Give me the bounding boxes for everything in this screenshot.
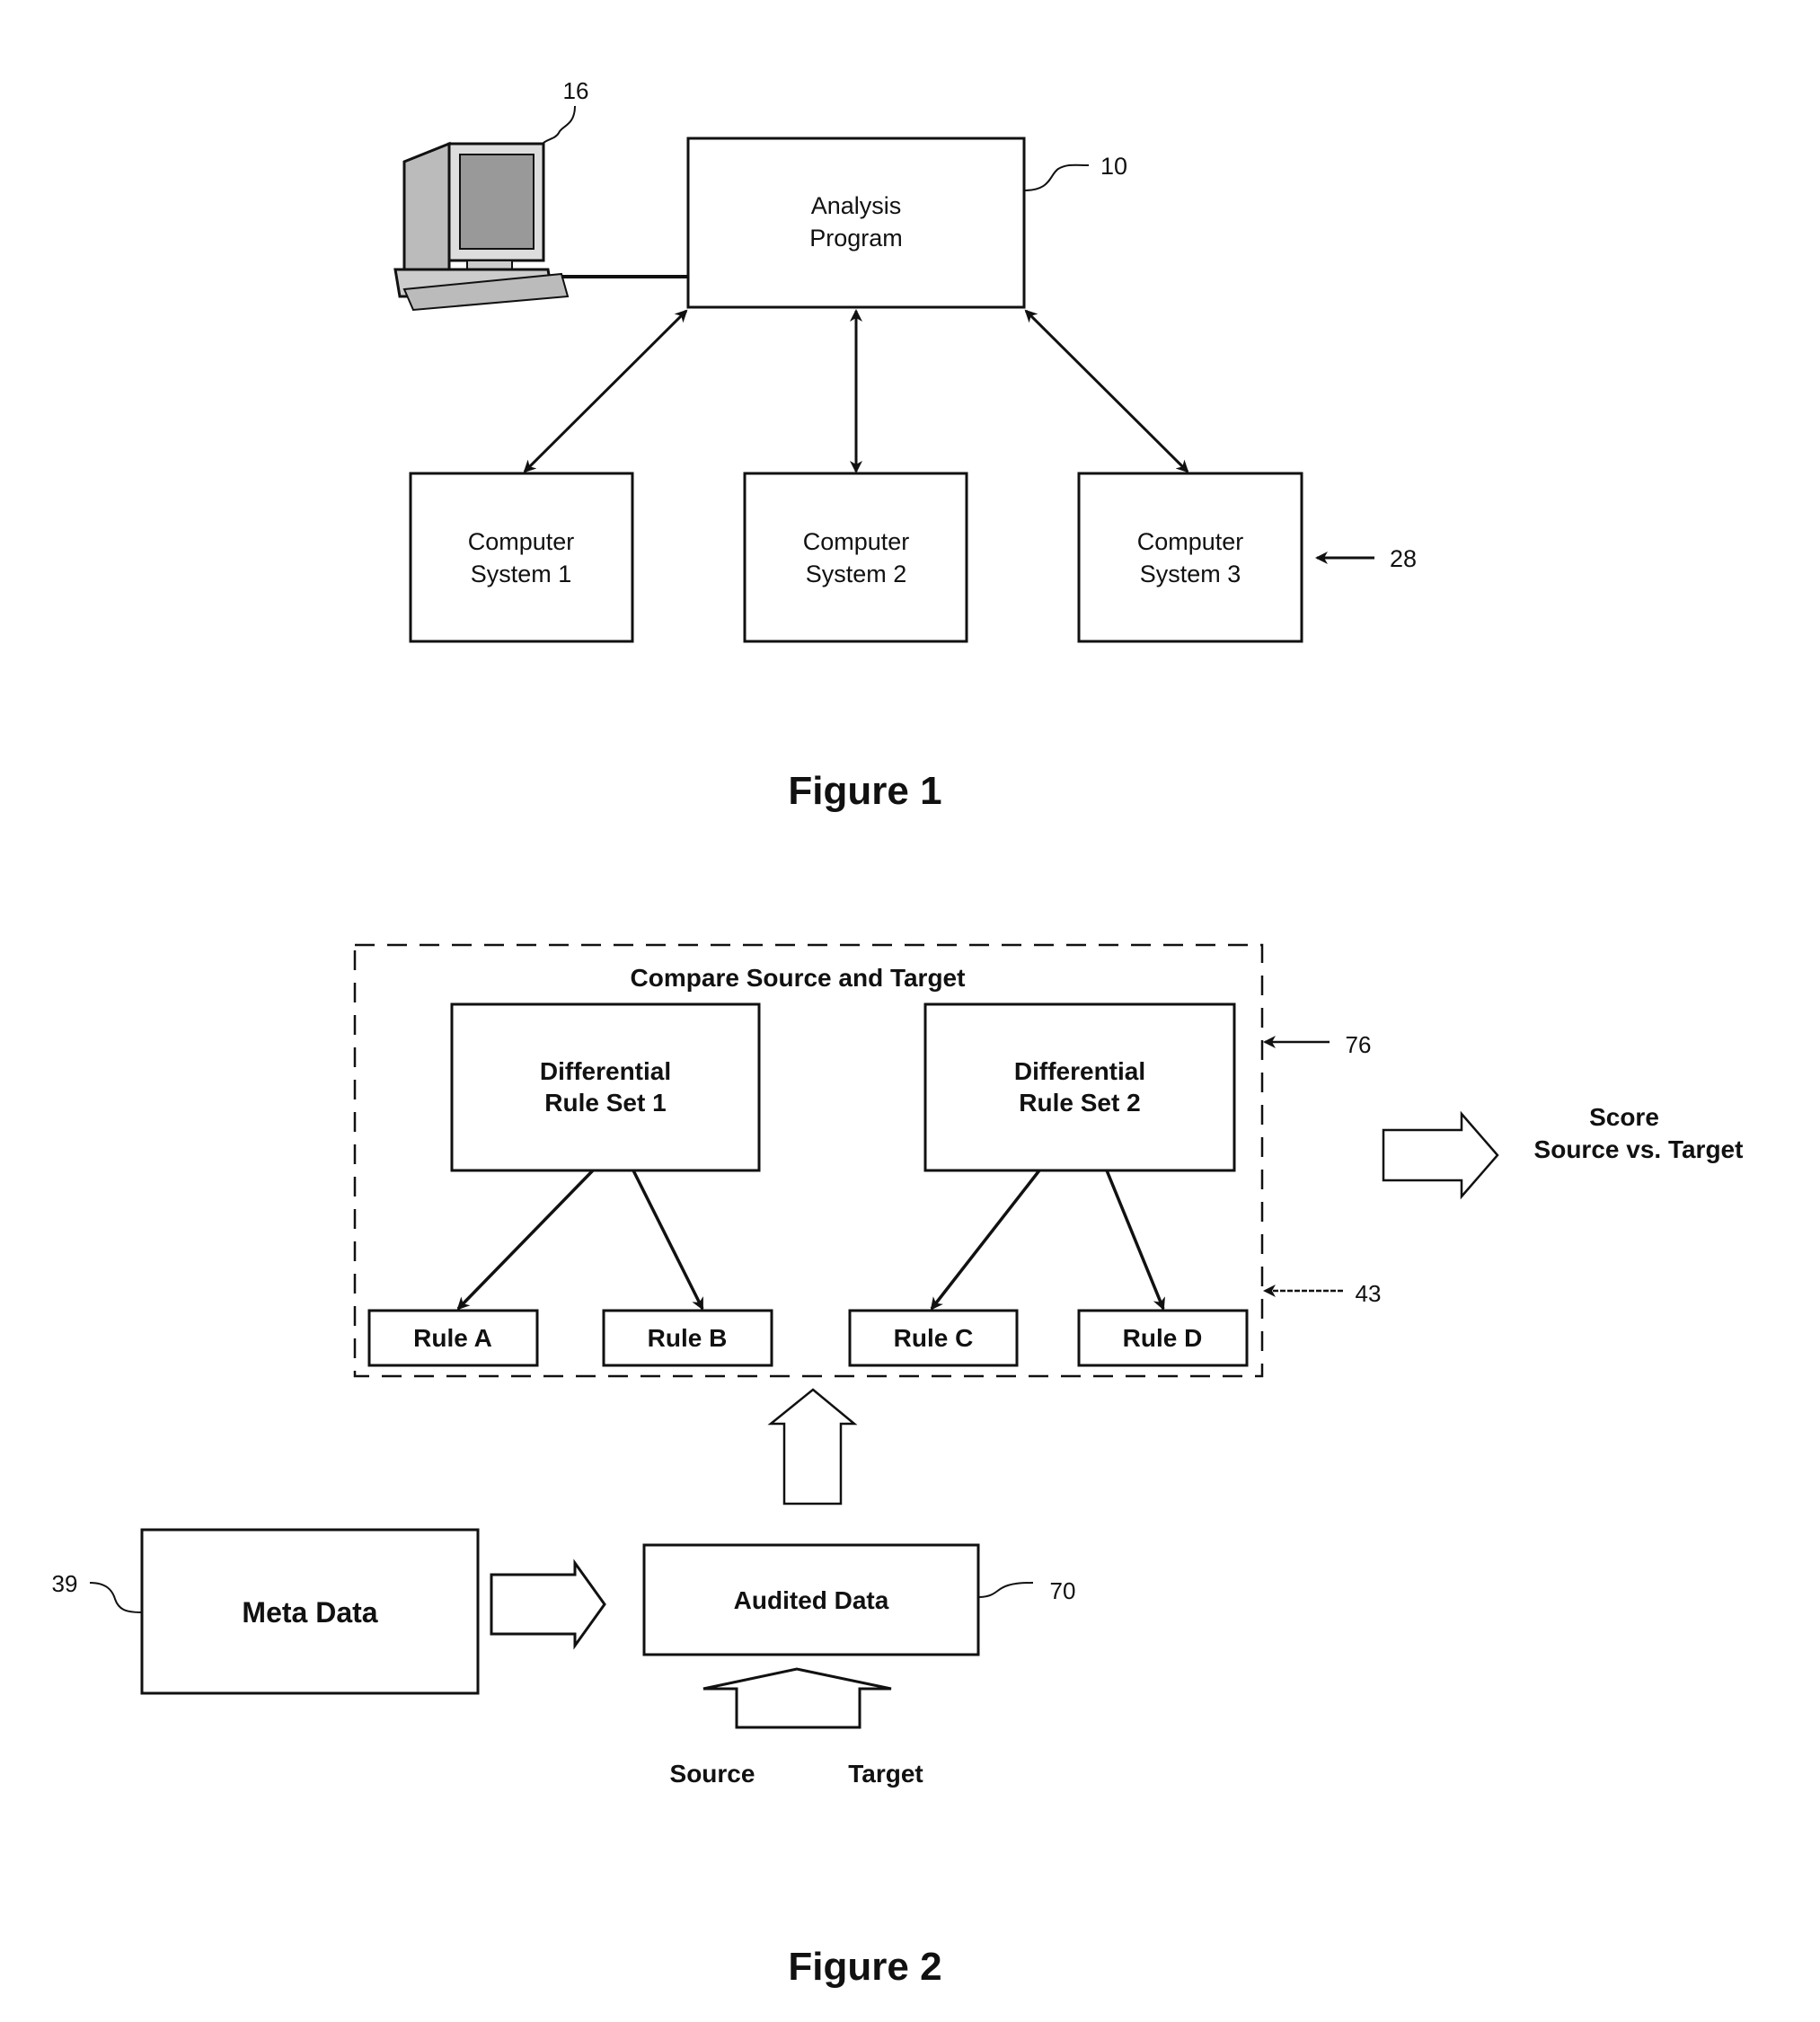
computer-terminal-icon [393,141,570,312]
ref-10-leader [1023,163,1090,191]
score-line1: Score [1589,1103,1659,1131]
computer-system-2-box: Computer System 2 [743,472,968,643]
system-1-line2: System 1 [471,561,572,587]
figure-2-caption: Figure 2 [788,1945,941,1989]
ref-39-leader [89,1582,143,1613]
link-arrow-system-3 [1024,309,1189,473]
rule-set-1-line2: Rule Set 1 [544,1089,666,1117]
ref-76-label: 76 [1346,1031,1372,1058]
analysis-program-box: Analysis Program [686,137,1026,309]
ref-16-label: 16 [563,77,589,104]
meta-data-label: Meta Data [242,1596,377,1629]
system-2-line1: Computer [803,528,910,555]
ref-39-label: 39 [52,1570,78,1597]
arrow-set1-rule-a [456,1169,595,1311]
ref-10-label: 10 [1100,153,1127,180]
source-target-block-arrow [702,1667,892,1729]
figure-1-caption: Figure 1 [788,769,941,813]
ref-28-label: 28 [1390,545,1417,572]
rule-a-label: Rule A [413,1324,492,1352]
score-line2: Source vs. Target [1534,1135,1744,1163]
rule-set-2-line1: Differential [1014,1057,1145,1085]
computer-system-3-box: Computer System 3 [1077,472,1303,643]
rule-b-label: Rule B [648,1324,728,1352]
rule-set-2-line2: Rule Set 2 [1019,1089,1140,1117]
rule-set-1-box: Differential Rule Set 1 [450,1002,761,1172]
meta-data-box: Meta Data [140,1528,480,1695]
arrow-set1-rule-b [632,1170,704,1311]
compare-title: Compare Source and Target [631,964,966,992]
ref-70-leader [977,1582,1034,1598]
patent-figures: 16 Analysis Program 10 Computer System 1… [52,77,1744,1989]
analysis-program-line2: Program [809,225,903,252]
arrow-set2-rule-d [1105,1170,1165,1311]
system-3-line1: Computer [1137,528,1244,555]
rule-d-box: Rule D [1077,1309,1249,1367]
meta-to-audited-block-arrow [490,1558,606,1650]
system-1-line1: Computer [468,528,575,555]
rule-a-box: Rule A [367,1309,539,1367]
rule-c-box: Rule C [848,1309,1019,1367]
ref-43-label: 43 [1356,1280,1382,1307]
arrow-set2-rule-c [930,1169,1041,1311]
computer-system-1-box: Computer System 1 [409,472,634,643]
audited-data-label: Audited Data [734,1586,889,1614]
score-block-arrow [1382,1110,1499,1200]
audited-to-compare-block-arrow [767,1388,858,1505]
analysis-program-line1: Analysis [811,192,902,219]
source-label: Source [670,1760,755,1788]
link-arrow-system-1 [523,309,688,473]
rule-set-1-line1: Differential [540,1057,671,1085]
rule-set-2-box: Differential Rule Set 2 [923,1002,1236,1172]
rule-c-label: Rule C [894,1324,974,1352]
system-2-line2: System 2 [806,561,907,587]
rule-d-label: Rule D [1123,1324,1203,1352]
target-label: Target [848,1760,923,1788]
system-3-line2: System 3 [1140,561,1241,587]
audited-data-box: Audited Data [642,1543,980,1656]
rule-b-box: Rule B [602,1309,773,1367]
ref-70-label: 70 [1050,1577,1076,1604]
ref-16-leader [542,105,576,145]
